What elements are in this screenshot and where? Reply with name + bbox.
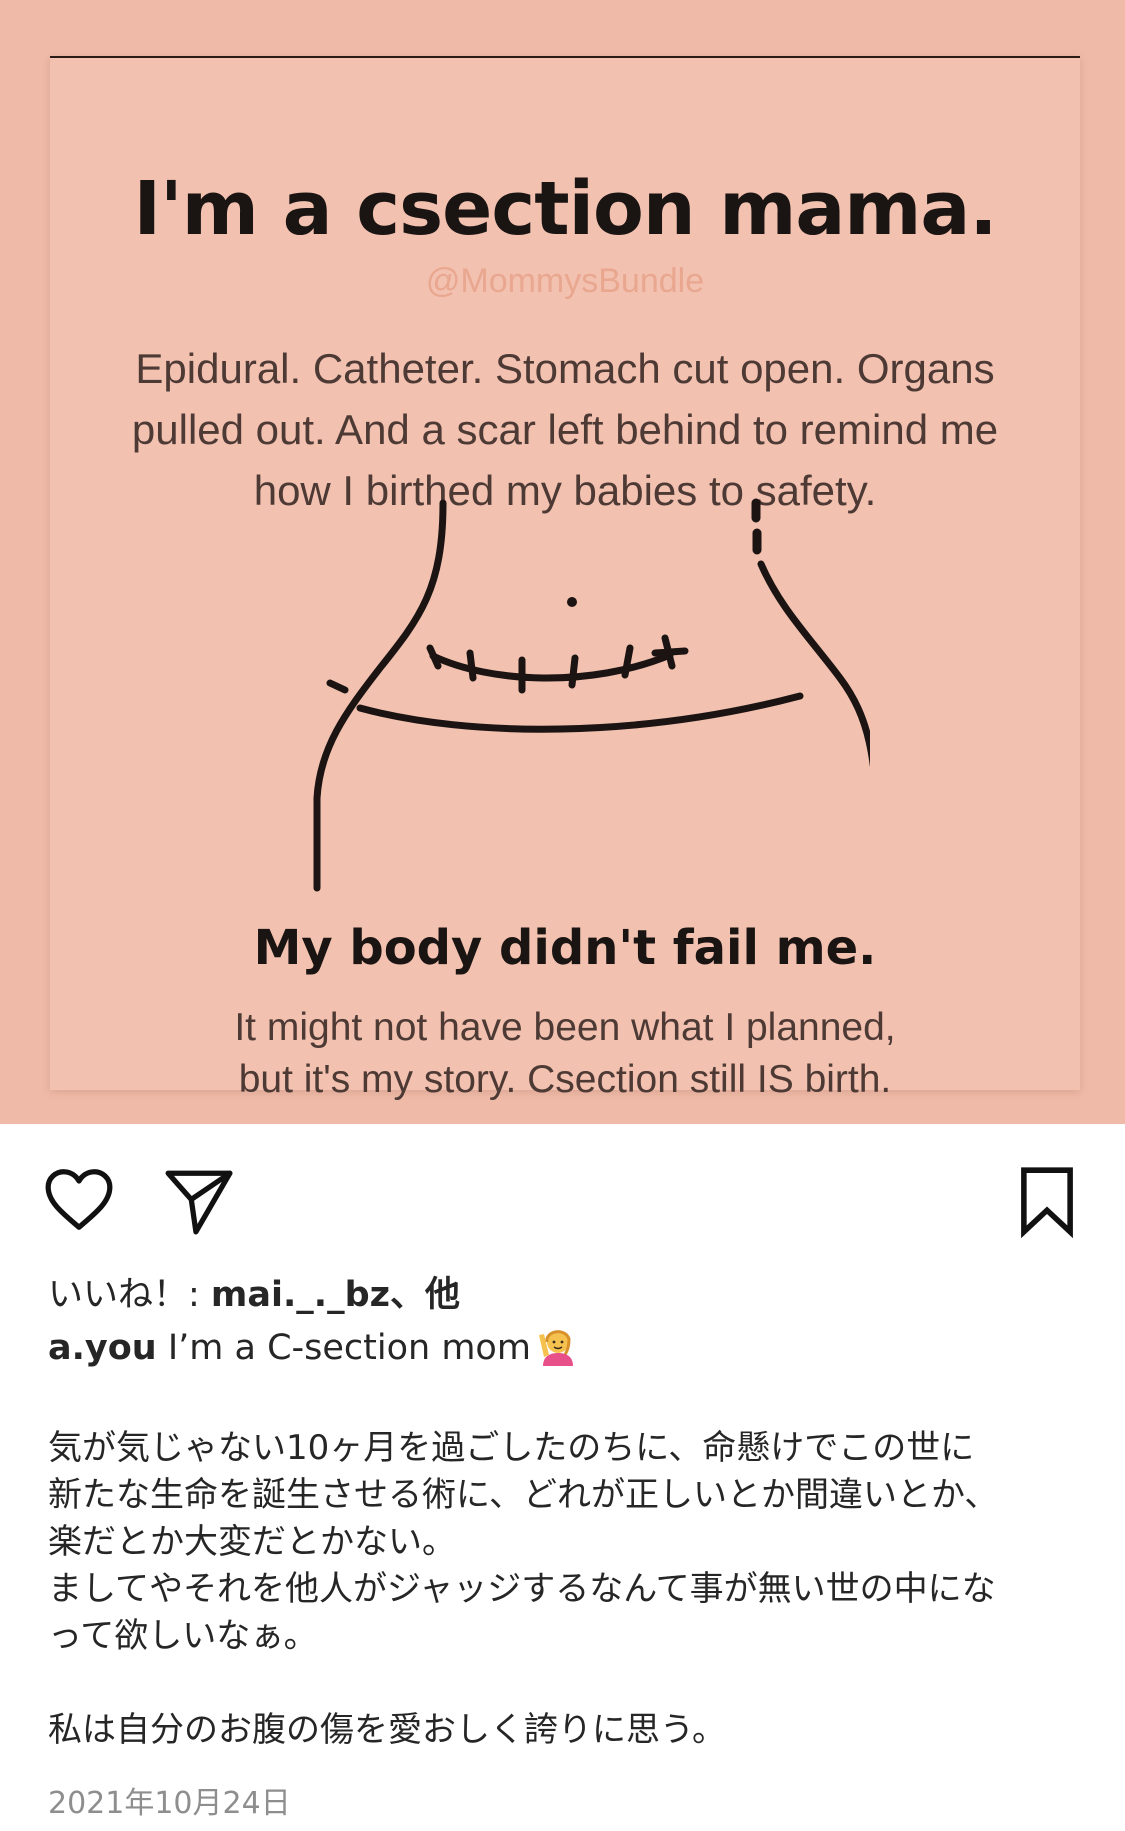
caption-line: って欲しいなぁ。 [48,1616,318,1656]
caption-line: 新たな生命を誕生させる術に、どれが正しいとか間違いとか、 [48,1475,999,1515]
bookmark-icon[interactable] [1010,1164,1084,1238]
card-footer-line-2: but it's my story. Csection still IS bir… [238,1058,892,1101]
heart-icon[interactable] [42,1164,116,1238]
quote-card: I'm a csection mama. @MommysBundle Epidu… [50,56,1080,1101]
caption-line: 楽だとか大変だとかない。 [48,1522,456,1562]
waist-left-tick [326,679,349,694]
watermark: @MommysBundle [425,262,705,300]
post-action-bar [0,1124,1125,1274]
torso-right-dashed [751,498,762,555]
caption-username[interactable]: a.you [48,1328,157,1368]
card-subtitle: My body didn't fail me. [253,920,877,976]
likes-prefix: いいね！: [48,1275,211,1315]
caption-line: 気が気じゃない10ヶ月を過ごしたのちに、命懸けでこの世に [48,1428,975,1468]
caption-line: ましてやそれを他人がジャッジするなんて事が無い世の中にな [48,1569,996,1609]
caption-body: 気が気じゃない10ヶ月を過ごしたのちに、命懸けでこの世に 新たな生命を誕生させる… [48,1425,1088,1754]
caption-line: 私は自分のお腹の傷を愛おしく誇りに思う。 [48,1710,726,1750]
navel-dot [567,597,577,607]
torso-right-outline [757,560,870,768]
caption-header: a.you I’m a C-section mom [48,1325,1088,1368]
post-timestamp: 2021年10月24日 [48,1786,291,1821]
likes-summary[interactable]: いいね！: mai._._bz、他 [48,1266,1088,1317]
paper-plane-icon[interactable] [162,1164,236,1238]
waist-line [356,692,804,733]
post-image[interactable]: I'm a csection mama. @MommysBundle Epidu… [0,0,1125,1124]
card-footer-line-1: It might not have been what I planned, [234,1006,896,1049]
card-title: I'm a csection mama. [133,166,998,252]
csection-scar-illustration [313,498,870,892]
caption-blank-line [48,1660,1088,1707]
torso-left-outline [313,499,447,892]
card-footer-text: It might not have been what I planned, b… [160,1002,970,1106]
likes-suffix[interactable]: 、他 [390,1275,460,1315]
person-raising-hand-emoji [538,1330,573,1366]
liked-by-username[interactable]: mai._._bz [211,1275,390,1315]
card-body-text: Epidural. Catheter. Stomach cut open. Or… [131,345,999,514]
caption-text: I’m a C-section mom [156,1328,531,1368]
